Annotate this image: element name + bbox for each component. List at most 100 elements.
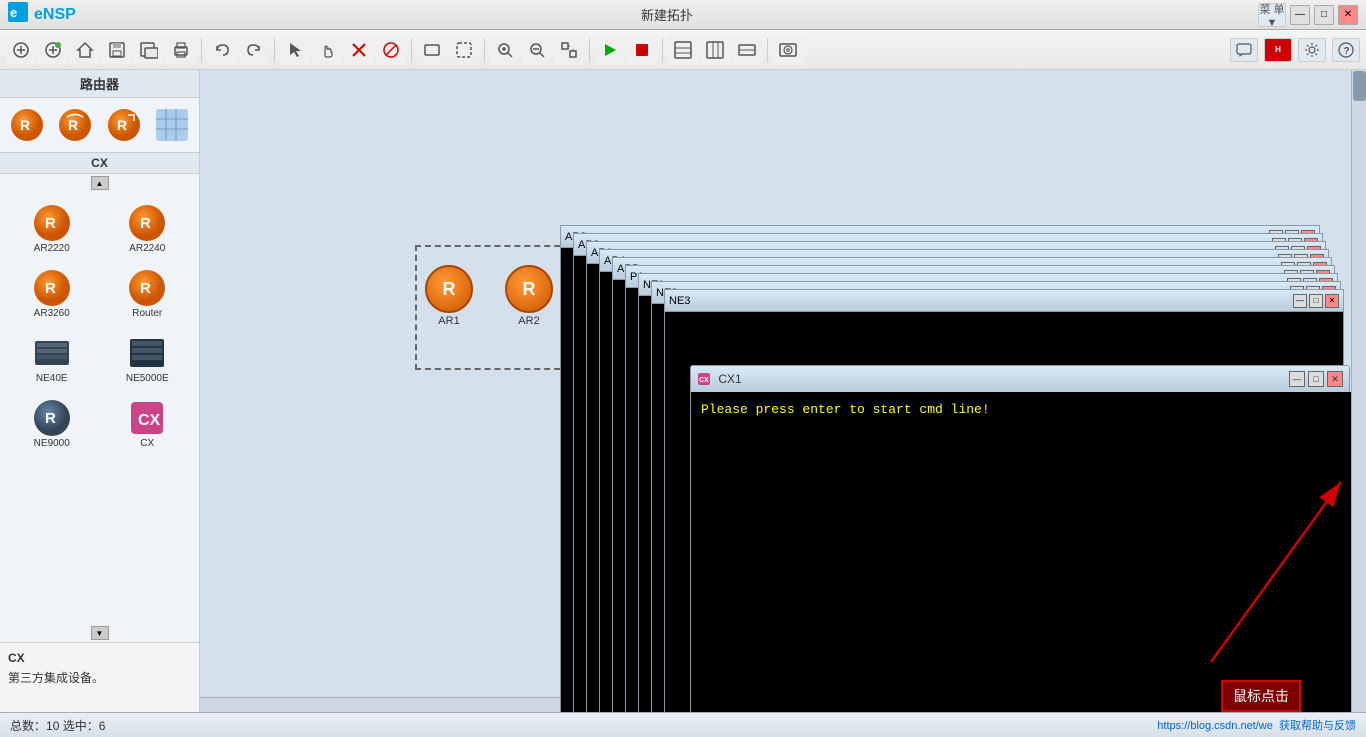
sidebar-icon-grid[interactable]	[149, 102, 195, 148]
svg-text:R: R	[117, 117, 127, 133]
fit-btn[interactable]	[554, 35, 584, 65]
sidebar-device-cx[interactable]: CX CX	[102, 393, 194, 454]
terminal-prompt-text: Please press enter to start cmd line!	[691, 392, 1000, 427]
title-bar-left: e eNSP	[8, 2, 76, 27]
area-btn[interactable]	[449, 35, 479, 65]
main-terminal-body[interactable]: Please press enter to start cmd line! 鼠标…	[691, 392, 1351, 712]
terminal-ne3-min[interactable]: —	[1293, 294, 1307, 308]
zoom-out-btn[interactable]	[522, 35, 552, 65]
sidebar-device-ar2220[interactable]: R AR2220	[6, 198, 98, 259]
settings-btn[interactable]	[1298, 38, 1326, 62]
save-as-btn[interactable]	[134, 35, 164, 65]
sidebar-info-title: CX	[8, 651, 191, 665]
select-btn[interactable]	[280, 35, 310, 65]
svg-text:CX: CX	[138, 412, 161, 429]
sidebar-info: CX 第三方集成设备。	[0, 642, 199, 712]
app-title: eNSP	[34, 6, 76, 24]
topo-btn[interactable]	[668, 35, 698, 65]
minus-btn[interactable]	[732, 35, 762, 65]
sidebar-device-ne9000[interactable]: R NE9000	[6, 393, 98, 454]
sidebar-device-ar2240[interactable]: R AR2240	[102, 198, 194, 259]
topo-node-ar2-label: AR2	[518, 315, 539, 327]
terminal-ne3-close[interactable]: ✕	[1325, 294, 1339, 308]
redo-btn[interactable]	[239, 35, 269, 65]
header-icons: H ?	[1230, 38, 1360, 62]
hand-btn[interactable]	[312, 35, 342, 65]
sidebar: 路由器 R R	[0, 70, 200, 712]
zoom-in-btn[interactable]	[490, 35, 520, 65]
cx1-max-btn[interactable]: □	[1308, 371, 1324, 387]
title-bar-right: 菜 单▼ — □ ✕	[1258, 3, 1358, 27]
sidebar-device-router[interactable]: R Router	[102, 263, 194, 324]
canvas-area[interactable]: R AR1 R AR2 AR3 — □ ✕	[200, 70, 1366, 712]
open-btn[interactable]	[38, 35, 68, 65]
sidebar-top-icons: R R R	[0, 98, 199, 152]
topo-node-ar2[interactable]: R AR2	[505, 265, 553, 327]
sidebar-device-ne40e[interactable]: NE40E	[6, 328, 98, 389]
sidebar-info-text: 第三方集成设备。	[8, 669, 191, 686]
svg-text:R: R	[45, 215, 56, 232]
sidebar-section-cx: CX	[0, 152, 199, 174]
maximize-button[interactable]: □	[1314, 5, 1334, 25]
svg-text:R: R	[45, 280, 56, 297]
status-bar: 总数：10 选中：6 https://blog.csdn.net/we 获取帮助…	[0, 712, 1366, 737]
cx1-min-btn[interactable]: —	[1289, 371, 1305, 387]
close-button[interactable]: ✕	[1338, 5, 1358, 25]
sidebar-section-router: 路由器	[0, 70, 199, 98]
toolbar: H ?	[0, 30, 1366, 70]
delete-btn[interactable]	[344, 35, 374, 65]
undo-btn[interactable]	[207, 35, 237, 65]
help-btn[interactable]: ?	[1332, 38, 1360, 62]
svg-text:R: R	[140, 215, 151, 232]
print-btn[interactable]	[166, 35, 196, 65]
screenshot-btn[interactable]	[773, 35, 803, 65]
menu-button[interactable]: 菜 单▼	[1258, 3, 1286, 27]
status-bar-left: 总数：10 选中：6	[10, 717, 105, 734]
svg-text:R: R	[140, 280, 151, 297]
app-logo: e	[8, 2, 28, 27]
scroll-down-btn[interactable]: ▼	[91, 626, 109, 640]
svg-text:R: R	[68, 117, 78, 133]
sidebar-icon-wifi[interactable]: R	[52, 102, 98, 148]
canvas-scrollbar-right[interactable]	[1351, 70, 1366, 712]
main-terminal-controls: — □ ✕	[1289, 371, 1343, 387]
save-btn[interactable]	[102, 35, 132, 65]
window-title: 新建拓扑	[76, 5, 1258, 24]
main-terminal-cx1[interactable]: CX CX1 — □ ✕ Please press enter to start…	[690, 365, 1350, 712]
svg-text:CX: CX	[699, 377, 709, 384]
scroll-up-btn[interactable]: ▲	[91, 176, 109, 190]
rect-btn[interactable]	[417, 35, 447, 65]
annotation-box: 鼠标点击	[1221, 680, 1301, 712]
cx1-close-btn[interactable]: ✕	[1327, 371, 1343, 387]
scrollbar-thumb-right[interactable]	[1353, 71, 1366, 101]
start-btn[interactable]	[595, 35, 625, 65]
sidebar-devices: R AR2220 R AR2240	[0, 192, 199, 460]
main-container: 路由器 R R	[0, 70, 1366, 712]
home-btn[interactable]	[70, 35, 100, 65]
main-terminal-cx1-label: CX1	[718, 372, 741, 386]
main-terminal-title: CX CX1 — □ ✕	[691, 366, 1349, 392]
topo2-btn[interactable]	[700, 35, 730, 65]
topo-node-ar1-label: AR1	[438, 315, 459, 327]
status-bar-right: https://blog.csdn.net/we 获取帮助与反馈	[1157, 717, 1356, 733]
svg-text:R: R	[20, 117, 30, 133]
terminal-ne3-title: NE3	[669, 295, 690, 307]
svg-text:e: e	[10, 5, 17, 20]
minimize-button[interactable]: —	[1290, 5, 1310, 25]
sidebar-device-ar3260[interactable]: R AR3260	[6, 263, 98, 324]
huawei-btn[interactable]: H	[1264, 38, 1292, 62]
terminal-ne3-max[interactable]: □	[1309, 294, 1323, 308]
svg-text:R: R	[45, 410, 56, 427]
sidebar-icon-4g[interactable]: R	[101, 102, 147, 148]
title-bar: e eNSP 新建拓扑 菜 单▼ — □ ✕	[0, 0, 1366, 30]
topo-node-ar1[interactable]: R AR1	[425, 265, 473, 327]
no-btn[interactable]	[376, 35, 406, 65]
chat-btn[interactable]	[1230, 38, 1258, 62]
annotation-arrow	[691, 392, 1351, 712]
svg-text:?: ?	[1344, 46, 1350, 57]
sidebar-device-ne5000e[interactable]: NE5000E	[102, 328, 194, 389]
stop-btn[interactable]	[627, 35, 657, 65]
sidebar-icon-default[interactable]: R	[4, 102, 50, 148]
add-btn[interactable]	[6, 35, 36, 65]
sidebar-scroll-area: R AR2220 R AR2240	[0, 192, 199, 624]
